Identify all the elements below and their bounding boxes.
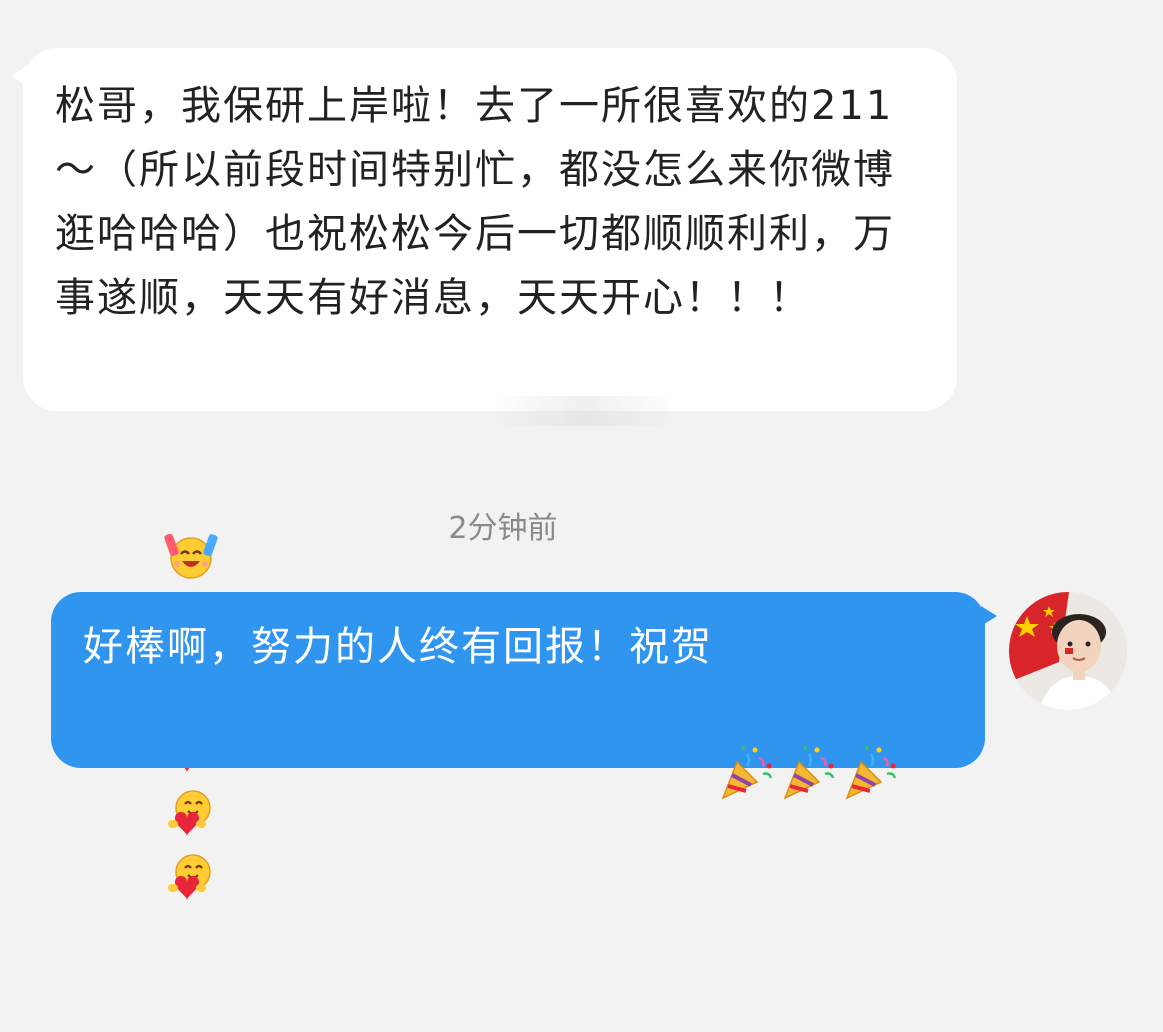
party-popper-emoji-icon	[779, 620, 837, 800]
bubble-tail	[11, 66, 27, 86]
party-popper-emoji-icon	[841, 620, 899, 800]
outgoing-message-content: 好棒啊，努力的人终有回报！祝贺	[83, 624, 713, 670]
faded-watermark	[490, 396, 680, 426]
incoming-message-content: 松哥，我保研上岸啦！去了一所很喜欢的211～（所以前段时间特别忙，都没怎么来你微…	[55, 83, 895, 321]
outgoing-message-bubble[interactable]: 好棒啊，努力的人终有回报！祝贺	[51, 592, 997, 800]
party-popper-emoji-icon	[717, 620, 775, 800]
avatar-portrait-icon	[1009, 592, 1127, 710]
incoming-message-bubble[interactable]: 松哥，我保研上岸啦！去了一所很喜欢的211～（所以前段时间特别忙，都没怎么来你微…	[11, 48, 957, 900]
user-avatar[interactable]	[1009, 592, 1127, 710]
cheering-emoji-icon	[163, 400, 219, 579]
message-timestamp: 2分钟前	[448, 511, 558, 546]
outgoing-message-text: 好棒啊，努力的人终有回报！祝贺	[83, 616, 955, 800]
bubble-tail	[981, 606, 997, 626]
